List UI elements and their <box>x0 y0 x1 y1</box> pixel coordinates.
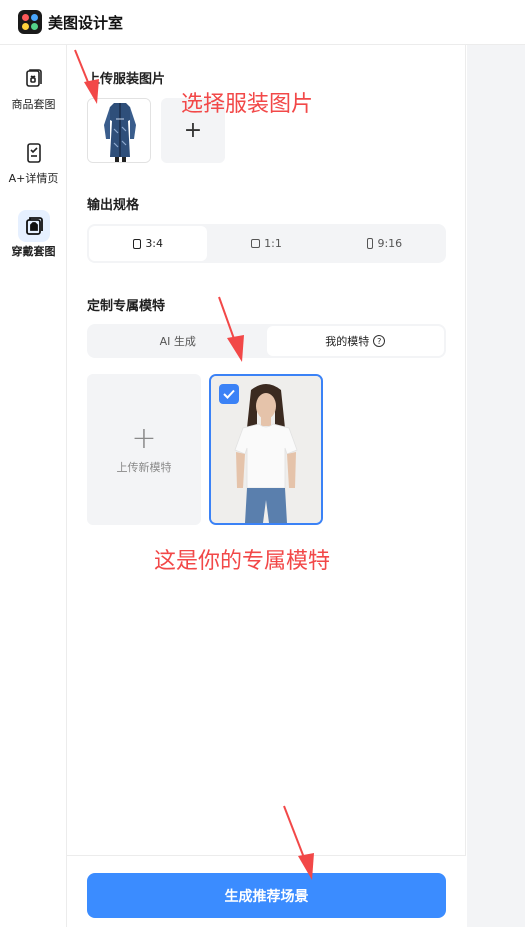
model-card-selected[interactable] <box>209 374 323 525</box>
denim-dress-image <box>88 99 150 162</box>
annotation-select-garment: 选择服装图片 <box>181 92 314 117</box>
ratio-option-3-4[interactable]: 3:4 <box>89 226 208 261</box>
meitu-logo-icon[interactable] <box>18 10 42 34</box>
output-spec-title: 输出规格 <box>87 198 140 213</box>
sidebar-item-detail-page[interactable]: A+详情页 <box>0 137 67 186</box>
detail-page-icon <box>18 137 50 169</box>
aspect-ratio-selector: 3:4 1:1 9:16 <box>87 224 446 263</box>
tab-my-models[interactable]: 我的模特 ? <box>266 326 444 356</box>
ratio-option-9-16[interactable]: 9:16 <box>326 226 444 261</box>
panel-footer: 生成推荐场景 <box>67 855 466 927</box>
plus-icon: + <box>131 420 157 456</box>
tab-label: 我的模特 <box>325 335 370 348</box>
product-set-icon <box>18 63 50 95</box>
tab-ai-generate[interactable]: AI 生成 <box>89 326 267 356</box>
upload-garment-title: 上传服装图片 <box>87 72 166 87</box>
sidebar-item-product-set[interactable]: 商品套图 <box>0 63 67 112</box>
sidebar-item-label: 商品套图 <box>11 98 56 111</box>
sidebar: 商品套图 A+详情页 穿戴套图 <box>0 45 67 927</box>
ratio-label: 1:1 <box>264 237 282 250</box>
sidebar-item-label: A+详情页 <box>8 172 59 185</box>
wear-set-icon <box>17 210 50 242</box>
portrait-ratio-icon <box>133 238 142 249</box>
annotation-your-model: 这是你的专属模特 <box>154 549 331 574</box>
brand-name: 美图设计室 <box>48 13 124 32</box>
ratio-label: 3:4 <box>145 237 164 250</box>
sidebar-item-wear-set[interactable]: 穿戴套图 <box>0 210 67 259</box>
app-header: 美图设计室 <box>0 0 525 45</box>
custom-model-title: 定制专属模特 <box>87 299 166 314</box>
tall-ratio-icon <box>367 238 374 249</box>
sidebar-item-label: 穿戴套图 <box>11 245 56 258</box>
help-icon[interactable]: ? <box>373 335 386 347</box>
generate-scenes-button[interactable]: 生成推荐场景 <box>87 873 446 918</box>
tab-label: AI 生成 <box>159 335 196 348</box>
square-ratio-icon <box>251 239 261 248</box>
garment-thumbnail[interactable] <box>87 98 151 163</box>
ratio-option-1-1[interactable]: 1:1 <box>207 226 325 261</box>
model-source-tabs: AI 生成 我的模特 ? <box>87 324 446 358</box>
upload-new-model-button[interactable]: + 上传新模特 <box>87 374 201 525</box>
preview-area <box>467 45 525 927</box>
selected-checkmark-icon[interactable] <box>219 384 239 404</box>
config-panel: 上传服装图片 + 输出规格 3:4 1:1 9:16 定制专属模特 AI 生成 … <box>67 45 466 927</box>
ratio-label: 9:16 <box>377 237 403 250</box>
upload-model-label: 上传新模特 <box>116 460 172 474</box>
